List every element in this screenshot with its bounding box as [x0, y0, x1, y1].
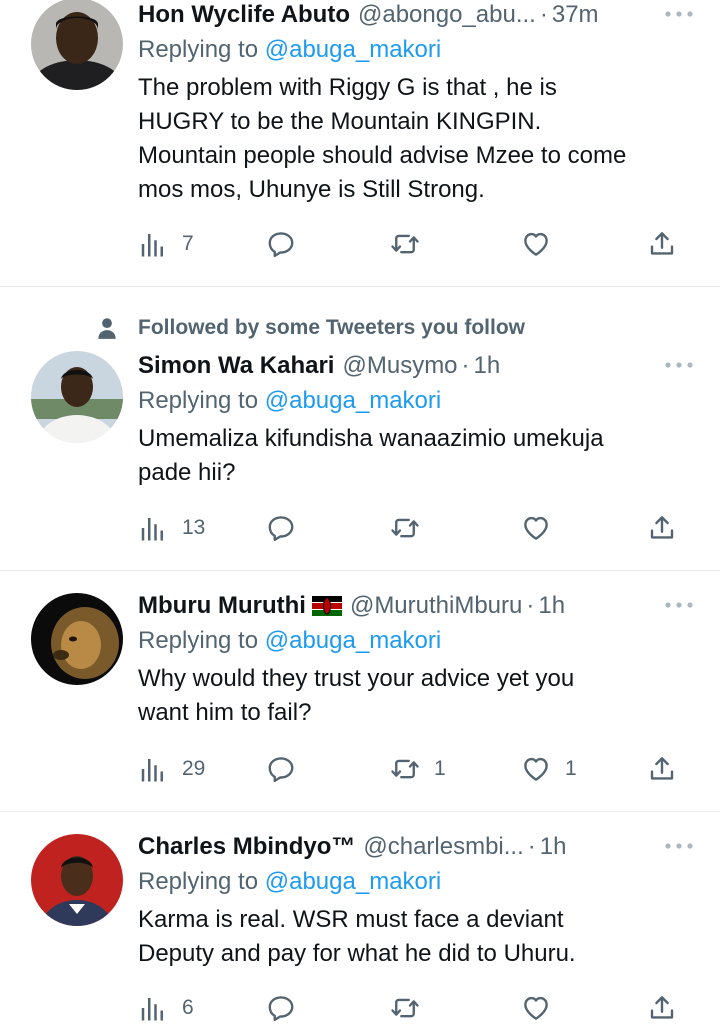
share-icon	[647, 513, 677, 543]
timestamp[interactable]: 1h	[474, 352, 501, 380]
user-handle[interactable]: @abongo_abu...	[358, 1, 536, 29]
reply-button[interactable]	[266, 990, 296, 1026]
share-button[interactable]	[647, 510, 677, 546]
tweet[interactable]: Mburu Muruthi @MuruthiMburu · 1h Replyin…	[0, 571, 720, 812]
heart-icon	[521, 993, 551, 1023]
retweet-count: 1	[434, 757, 446, 780]
reply-context: Replying to @abuga_makori	[138, 625, 696, 657]
reply-prefix: Replying to	[138, 868, 259, 895]
reply-mention-link[interactable]: @abuga_makori	[265, 36, 441, 63]
like-button[interactable]: 1	[521, 751, 577, 787]
reply-button[interactable]	[266, 751, 296, 787]
share-icon	[647, 754, 677, 784]
more-dots-icon[interactable]	[662, 2, 696, 26]
retweet-button[interactable]	[390, 990, 420, 1026]
reply-context: Replying to @abuga_makori	[138, 34, 696, 66]
views-count: 13	[182, 516, 206, 539]
reply-context: Replying to @abuga_makori	[138, 385, 696, 417]
display-name[interactable]: Mburu Muruthi	[138, 592, 306, 620]
share-button[interactable]	[647, 990, 677, 1026]
like-count: 1	[565, 757, 577, 780]
speech-bubble-icon	[266, 513, 296, 543]
bar-chart-icon	[138, 229, 168, 259]
share-button[interactable]	[647, 751, 677, 787]
views-count: 6	[182, 996, 194, 1019]
reply-context: Replying to @abuga_makori	[138, 866, 696, 898]
social-context: Followed by some Tweeters you follow	[94, 313, 525, 343]
views-button[interactable]: 6	[138, 990, 194, 1026]
retweet-button[interactable]	[390, 510, 420, 546]
tweet-text: Why would they trust your advice yet you…	[138, 665, 575, 726]
retweet-icon	[390, 513, 420, 543]
display-name[interactable]: Charles Mbindyo™	[138, 833, 355, 861]
like-button[interactable]	[521, 510, 551, 546]
user-handle[interactable]: @Musymo	[342, 352, 457, 380]
user-handle[interactable]: @charlesmbi...	[363, 833, 523, 861]
share-icon	[647, 229, 677, 259]
timestamp[interactable]: 1h	[540, 833, 567, 861]
separator-dot: ·	[539, 1, 548, 28]
avatar[interactable]	[31, 351, 123, 443]
speech-bubble-icon	[266, 754, 296, 784]
retweet-icon	[390, 229, 420, 259]
tweet[interactable]: Hon Wyclife Abuto @abongo_abu... · 37m R…	[0, 0, 720, 287]
more-dots-icon[interactable]	[662, 353, 696, 377]
views-count: 7	[182, 232, 194, 255]
social-context-text: Followed by some Tweeters you follow	[138, 316, 526, 339]
views-count: 29	[182, 757, 206, 780]
heart-icon	[521, 513, 551, 543]
reply-button[interactable]	[266, 510, 296, 546]
retweet-button[interactable]: 1	[390, 751, 446, 787]
views-button[interactable]: 29	[138, 751, 205, 787]
user-handle[interactable]: @MuruthiMburu	[350, 592, 522, 620]
share-button[interactable]	[647, 226, 677, 262]
more-dots-icon[interactable]	[662, 834, 696, 858]
tweet-text: The problem with Riggy G is that , he is…	[138, 74, 627, 203]
like-button[interactable]	[521, 226, 551, 262]
timestamp[interactable]: 1h	[538, 592, 565, 620]
share-icon	[647, 993, 677, 1023]
views-button[interactable]: 7	[138, 226, 194, 262]
display-name[interactable]: Hon Wyclife Abuto	[138, 1, 350, 29]
timestamp[interactable]: 37m	[552, 1, 599, 29]
bar-chart-icon	[138, 754, 168, 784]
heart-icon	[521, 754, 551, 784]
separator-dot: ·	[527, 833, 536, 860]
speech-bubble-icon	[266, 993, 296, 1023]
display-name[interactable]: Simon Wa Kahari	[138, 352, 334, 380]
bar-chart-icon	[138, 993, 168, 1023]
retweet-button[interactable]	[390, 226, 420, 262]
bar-chart-icon	[138, 513, 168, 543]
reply-mention-link[interactable]: @abuga_makori	[265, 627, 441, 654]
more-dots-icon[interactable]	[662, 593, 696, 617]
reply-prefix: Replying to	[138, 387, 259, 414]
avatar[interactable]	[31, 834, 123, 926]
retweet-icon	[390, 993, 420, 1023]
reply-mention-link[interactable]: @abuga_makori	[265, 868, 441, 895]
reply-button[interactable]	[266, 226, 296, 262]
retweet-icon	[390, 754, 420, 784]
like-button[interactable]	[521, 990, 551, 1026]
tweet-text: Umemaliza kifundisha wanaazimio umekuja …	[138, 425, 604, 486]
reply-mention-link[interactable]: @abuga_makori	[265, 387, 441, 414]
tweet[interactable]: Followed by some Tweeters you follow Sim…	[0, 287, 720, 571]
reply-prefix: Replying to	[138, 36, 259, 63]
tweet-text: Karma is real. WSR must face a deviant D…	[138, 906, 576, 967]
reply-prefix: Replying to	[138, 627, 259, 654]
views-button[interactable]: 13	[138, 510, 205, 546]
kenya-flag-icon	[311, 596, 342, 616]
separator-dot: ·	[526, 592, 535, 619]
speech-bubble-icon	[266, 229, 296, 259]
avatar[interactable]	[31, 593, 123, 685]
avatar[interactable]	[31, 0, 123, 90]
tweet[interactable]: Charles Mbindyo™ @charlesmbi... · 1h Rep…	[0, 812, 720, 1026]
separator-dot: ·	[461, 352, 470, 379]
heart-icon	[521, 229, 551, 259]
person-icon	[98, 318, 116, 339]
